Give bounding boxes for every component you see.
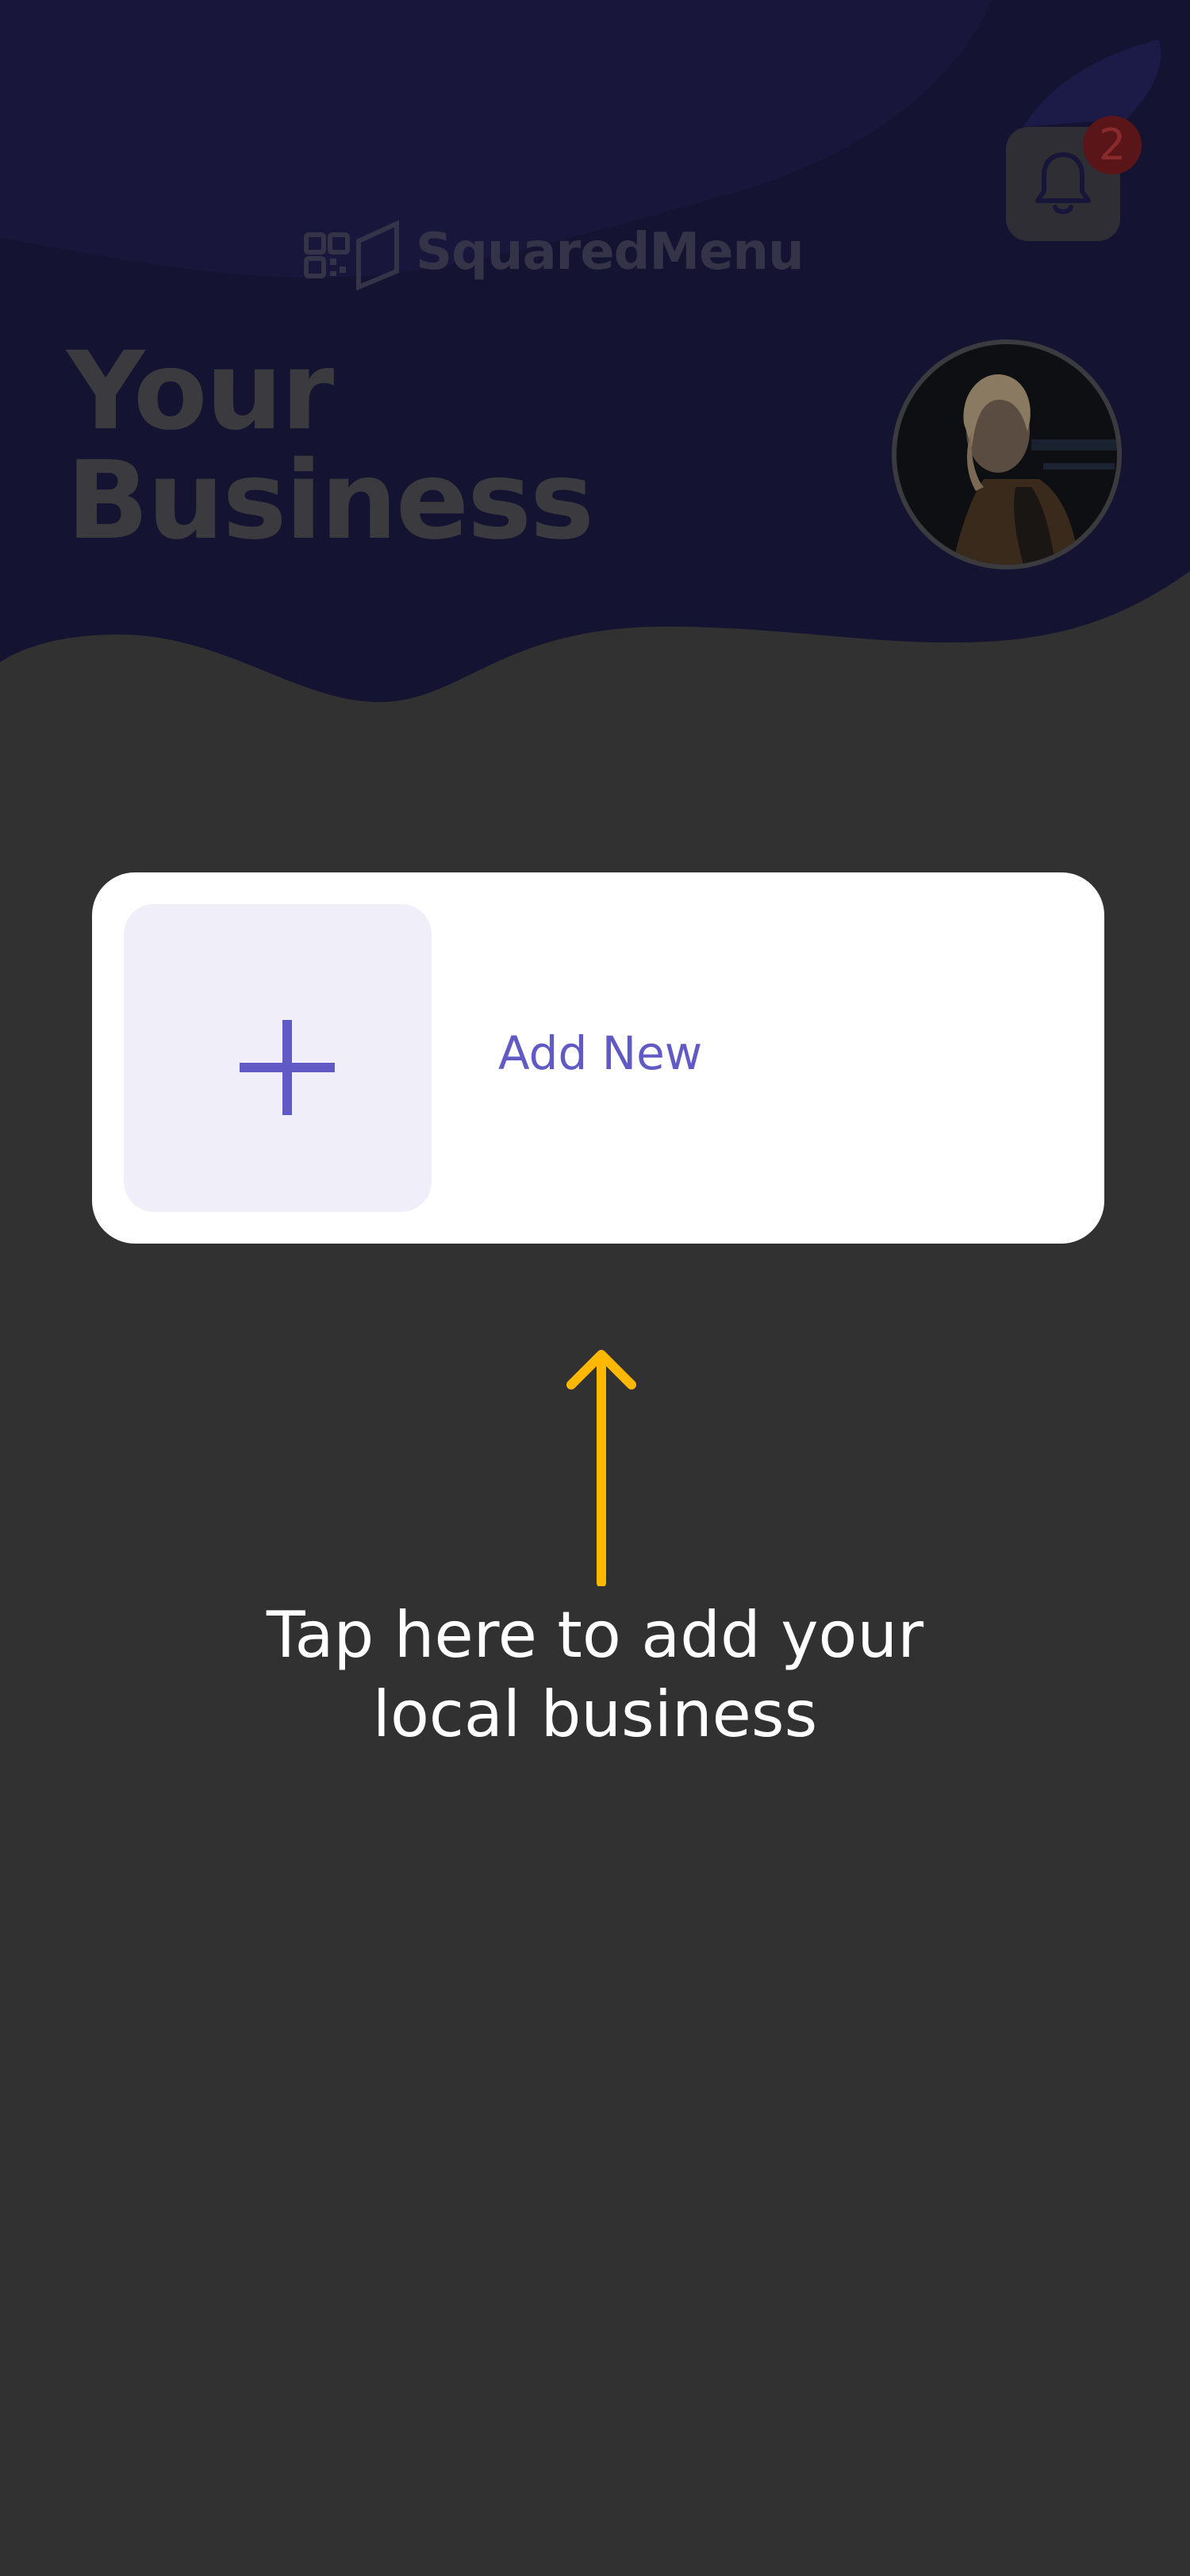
- onboarding-hint-line-1: Tap here to add your: [266, 1598, 924, 1672]
- notification-count-badge: 2: [1083, 116, 1142, 174]
- onboarding-hint: Tap here to add your local business: [119, 1596, 1071, 1754]
- add-new-label[interactable]: Add New: [498, 1022, 702, 1085]
- plus-icon: [240, 1020, 335, 1115]
- bell-icon: [1035, 152, 1091, 214]
- app-logo-text: SquaredMenu: [416, 223, 804, 282]
- arrow-up-icon: [566, 1350, 636, 1586]
- page-title-line-1: Your: [67, 329, 334, 454]
- app-logo: SquaredMenu: [303, 214, 804, 290]
- qr-book-icon: [304, 220, 399, 290]
- page-title: Your Business: [67, 329, 594, 564]
- page-title-line-2: Business: [67, 439, 594, 564]
- onboarding-hint-line-2: local business: [372, 1677, 818, 1751]
- user-avatar[interactable]: [892, 339, 1122, 569]
- add-new-business-card[interactable]: Add New: [92, 872, 1104, 1244]
- avatar-photo: [896, 344, 1117, 565]
- add-new-tile[interactable]: [124, 904, 432, 1212]
